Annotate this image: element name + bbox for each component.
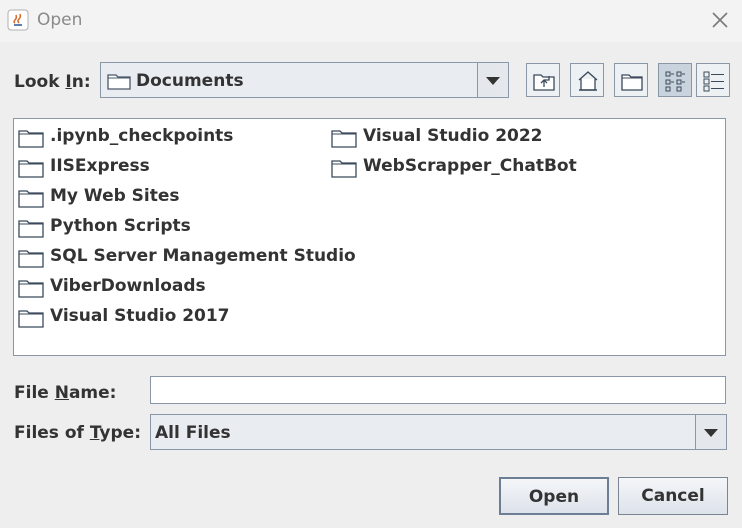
chevron-down-icon bbox=[704, 429, 718, 437]
list-view-icon bbox=[665, 71, 685, 92]
home-icon bbox=[578, 71, 598, 91]
folder-icon bbox=[331, 160, 357, 178]
folder-icon bbox=[18, 310, 44, 328]
folder-icon bbox=[107, 72, 131, 95]
chevron-down-icon bbox=[486, 77, 500, 85]
close-icon[interactable] bbox=[708, 8, 732, 32]
new-folder-icon bbox=[621, 74, 643, 91]
up-one-level-button[interactable] bbox=[526, 63, 560, 97]
look-in-label: Look In: bbox=[14, 72, 91, 92]
file-type-combo[interactable]: All Files bbox=[150, 414, 727, 450]
new-folder-button[interactable] bbox=[614, 63, 648, 97]
folder-icon bbox=[18, 130, 44, 148]
window-title: Open bbox=[37, 10, 83, 30]
look-in-combo[interactable]: Documents bbox=[100, 62, 509, 98]
folder-icon bbox=[18, 250, 44, 268]
home-button[interactable] bbox=[570, 63, 604, 97]
folder-icon bbox=[18, 280, 44, 298]
file-name-label: File Name: bbox=[14, 383, 117, 403]
folder-up-icon bbox=[533, 74, 555, 91]
folder-icon bbox=[18, 160, 44, 178]
folder-icon bbox=[18, 190, 44, 208]
title-bar bbox=[0, 0, 742, 42]
cancel-button[interactable]: Cancel bbox=[618, 477, 728, 515]
file-name-input[interactable] bbox=[150, 376, 726, 404]
look-in-dropdown-button[interactable] bbox=[477, 63, 508, 97]
look-in-value: Documents bbox=[136, 71, 244, 91]
folder-icon bbox=[18, 220, 44, 238]
details-view-button[interactable] bbox=[696, 63, 730, 97]
file-type-dropdown-button[interactable] bbox=[695, 415, 726, 449]
file-type-label: Files of Type: bbox=[14, 423, 142, 443]
list-view-button[interactable] bbox=[658, 63, 692, 97]
file-type-value: All Files bbox=[155, 423, 231, 443]
details-view-icon bbox=[703, 71, 724, 92]
folder-icon bbox=[331, 130, 357, 148]
open-button[interactable]: Open bbox=[499, 477, 609, 515]
file-list[interactable]: .ipynb_checkpoints IISExpress My Web Sit… bbox=[13, 118, 726, 356]
java-app-icon bbox=[7, 9, 29, 31]
